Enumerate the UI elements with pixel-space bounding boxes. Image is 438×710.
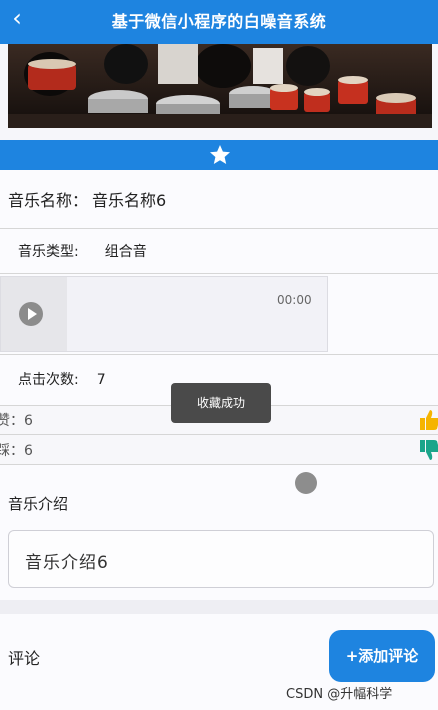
dislikes-row: 踩：6 <box>0 435 438 465</box>
music-type-label: 音乐类型: <box>18 244 79 260</box>
intro-box: 音乐介绍6 <box>8 530 434 588</box>
music-name: 音乐名称： 音乐名称6 <box>8 187 166 211</box>
play-button[interactable] <box>1 277 67 351</box>
dislikes-count: 踩：6 <box>0 443 33 459</box>
music-name-value: 音乐名称6 <box>92 191 167 210</box>
top-bar: ‹ 基于微信小程序的白噪音系统 <box>0 0 438 44</box>
section-gap <box>0 600 438 614</box>
player-time: 00:00 <box>277 293 312 307</box>
thumbs-down-icon[interactable] <box>420 439 438 461</box>
thumbs-up-icon[interactable] <box>420 409 438 431</box>
likes-count: 赞：6 <box>0 413 33 429</box>
star-icon <box>210 145 230 164</box>
watermark: CSDN @升幅科学 <box>286 687 393 702</box>
add-comment-button[interactable]: +添加评论 <box>329 630 435 682</box>
music-type: 音乐类型: 组合音 <box>18 241 147 261</box>
music-name-label: 音乐名称： <box>8 191 89 210</box>
touch-indicator <box>295 472 317 494</box>
play-icon <box>19 302 43 326</box>
intro-text: 音乐介绍6 <box>25 553 109 573</box>
audio-player[interactable]: 00:00 <box>0 276 328 352</box>
toast-message: 收藏成功 <box>171 383 271 423</box>
intro-title: 音乐介绍 <box>8 495 69 513</box>
favorite-bar <box>0 140 438 170</box>
click-count-value: 7 <box>96 372 106 388</box>
banner-image <box>8 44 432 128</box>
divider <box>0 228 438 229</box>
page-title: 基于微信小程序的白噪音系统 <box>111 12 327 31</box>
click-count-label: 点击次数: <box>18 372 79 388</box>
music-type-value: 组合音 <box>104 244 147 260</box>
divider <box>0 354 438 355</box>
favorite-button[interactable] <box>208 143 232 167</box>
divider <box>0 273 438 274</box>
click-count: 点击次数: 7 <box>18 369 106 389</box>
comments-title: 评论 <box>8 649 41 668</box>
